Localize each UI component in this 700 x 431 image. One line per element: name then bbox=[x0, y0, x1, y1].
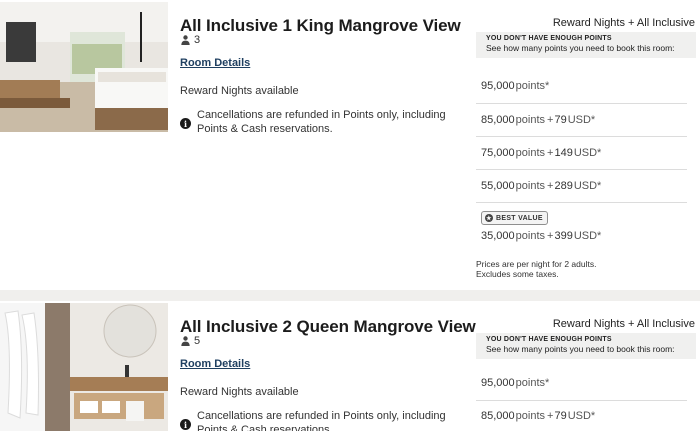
best-value-badge: ★ BEST VALUE bbox=[481, 211, 548, 225]
cash-amount: 289 bbox=[554, 180, 573, 192]
notice-subtitle: See how many points you need to book thi… bbox=[486, 344, 675, 354]
room-photo[interactable] bbox=[0, 303, 168, 431]
currency-label: USD* bbox=[573, 230, 602, 242]
points-label: points* bbox=[515, 376, 550, 389]
insufficient-points-notice: YOU DON'T HAVE ENOUGH POINTS See how man… bbox=[476, 333, 696, 359]
price-option[interactable]: 95,000 points* bbox=[476, 365, 687, 401]
price-option[interactable]: 55,000 points + 289 USD* bbox=[476, 170, 687, 203]
person-icon bbox=[181, 336, 190, 346]
points-label: points bbox=[515, 410, 546, 422]
points-amount: 85,000 bbox=[481, 114, 515, 126]
plus-sign: + bbox=[547, 410, 554, 422]
room-card: All Inclusive 2 Queen Mangrove View 5 Ro… bbox=[0, 301, 700, 431]
price-option[interactable]: 85,000 points + 79 USD* bbox=[476, 401, 687, 431]
guest-count: 3 bbox=[181, 34, 200, 46]
plus-sign: + bbox=[547, 114, 554, 126]
cancellation-policy: i Cancellations are refunded in Points o… bbox=[180, 108, 475, 136]
currency-label: USD* bbox=[567, 114, 596, 126]
person-icon bbox=[181, 35, 190, 45]
plus-sign: + bbox=[547, 230, 554, 242]
availability-text: Reward Nights available bbox=[180, 386, 299, 398]
price-option[interactable]: 35,000 points + 399 USD* bbox=[476, 224, 687, 248]
points-label: points bbox=[515, 180, 546, 192]
availability-text: Reward Nights available bbox=[180, 85, 299, 97]
cancellation-policy: i Cancellations are refunded in Points o… bbox=[180, 409, 475, 431]
footnote-line: Excludes some taxes. bbox=[476, 269, 559, 279]
points-amount: 55,000 bbox=[481, 180, 515, 192]
price-footnote: Prices are per night for 2 adults. Exclu… bbox=[476, 259, 596, 279]
cancellation-text: Cancellations are refunded in Points onl… bbox=[197, 109, 446, 135]
price-option[interactable]: 85,000 points + 79 USD* bbox=[476, 104, 687, 137]
room-details-link[interactable]: Room Details bbox=[180, 57, 250, 69]
room-details-link[interactable]: Room Details bbox=[180, 358, 250, 370]
room-photo[interactable] bbox=[0, 2, 168, 132]
notice-subtitle: See how many points you need to book thi… bbox=[486, 43, 675, 53]
guest-count-value: 5 bbox=[194, 335, 201, 347]
cancellation-text: Cancellations are refunded in Points onl… bbox=[197, 410, 446, 431]
points-amount: 75,000 bbox=[481, 147, 515, 159]
footnote-line: Prices are per night for 2 adults. bbox=[476, 259, 597, 269]
best-value-label: BEST VALUE bbox=[496, 214, 543, 222]
points-label: points bbox=[515, 230, 546, 242]
points-label: points* bbox=[515, 79, 550, 92]
star-badge-icon: ★ bbox=[485, 214, 493, 222]
room-title: All Inclusive 1 King Mangrove View bbox=[180, 16, 461, 35]
info-icon: i bbox=[180, 419, 191, 430]
cash-amount: 79 bbox=[554, 410, 567, 422]
cash-amount: 79 bbox=[554, 114, 567, 126]
info-icon: i bbox=[180, 118, 191, 129]
currency-label: USD* bbox=[573, 180, 602, 192]
points-amount: 95,000 bbox=[481, 79, 515, 92]
currency-label: USD* bbox=[567, 410, 596, 422]
points-label: points bbox=[515, 147, 546, 159]
room-title: All Inclusive 2 Queen Mangrove View bbox=[180, 317, 476, 336]
cash-amount: 149 bbox=[554, 147, 573, 159]
cash-amount: 399 bbox=[554, 230, 573, 242]
guest-count-value: 3 bbox=[194, 34, 201, 46]
plus-sign: + bbox=[547, 180, 554, 192]
points-amount: 35,000 bbox=[481, 230, 515, 242]
price-option[interactable]: 95,000 points* bbox=[476, 68, 687, 104]
room-card: All Inclusive 1 King Mangrove View 3 Roo… bbox=[0, 0, 700, 290]
rate-type-label: Reward Nights + All Inclusive bbox=[552, 318, 695, 330]
currency-label: USD* bbox=[573, 147, 602, 159]
points-amount: 85,000 bbox=[481, 410, 515, 422]
plus-sign: + bbox=[547, 147, 554, 159]
points-amount: 95,000 bbox=[481, 376, 515, 389]
rate-type-label: Reward Nights + All Inclusive bbox=[552, 17, 695, 29]
price-option[interactable]: 75,000 points + 149 USD* bbox=[476, 137, 687, 170]
points-label: points bbox=[515, 114, 546, 126]
insufficient-points-notice: YOU DON'T HAVE ENOUGH POINTS See how man… bbox=[476, 32, 696, 58]
notice-title: YOU DON'T HAVE ENOUGH POINTS bbox=[486, 336, 612, 343]
guest-count: 5 bbox=[181, 335, 200, 347]
notice-title: YOU DON'T HAVE ENOUGH POINTS bbox=[486, 35, 612, 42]
